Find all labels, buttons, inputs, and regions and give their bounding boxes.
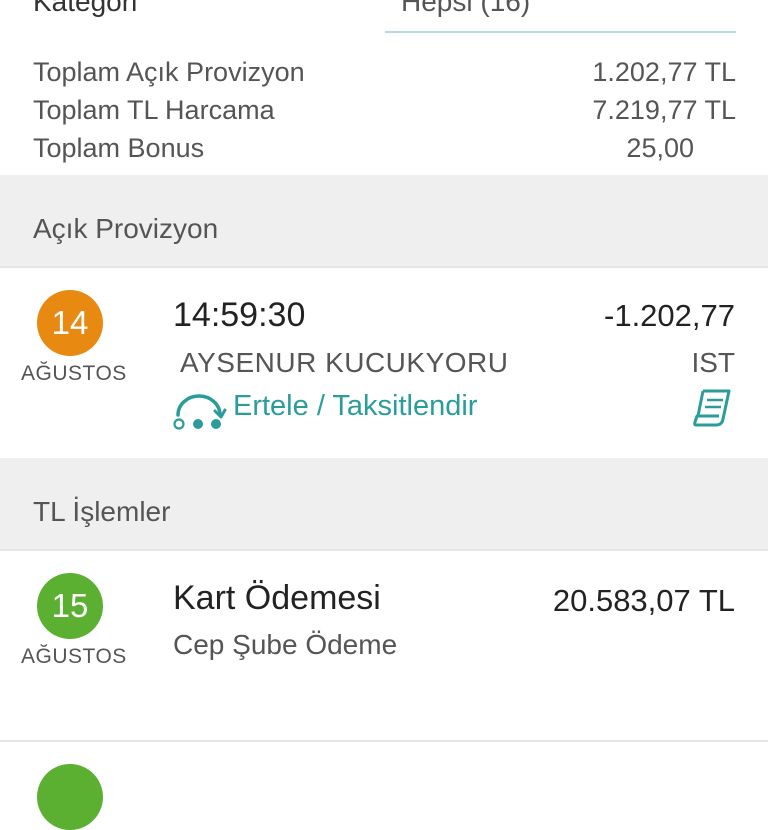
summary-label: Toplam Açık Provizyon xyxy=(33,57,305,87)
category-filter-row: Kategori Hepsi (16) xyxy=(0,0,768,33)
section-title: TL İşlemler xyxy=(33,496,171,527)
transaction-amount: 20.583,07 TL xyxy=(552,583,735,618)
category-label: Kategori xyxy=(33,0,138,17)
installment-icon xyxy=(173,394,227,430)
receipt-icon[interactable] xyxy=(691,388,735,428)
transaction-item[interactable]: 15 AĞUSTOS Kart Ödemesi 20.583,07 TL Cep… xyxy=(0,551,768,741)
category-select-value: Hepsi (16) xyxy=(401,0,531,17)
postpone-installment-label: Ertele / Taksitlendir xyxy=(233,390,478,422)
summary-row-bonus: Toplam Bonus 25,00 xyxy=(0,131,768,169)
section-header-tl-transactions: TL İşlemler xyxy=(0,458,768,550)
transaction-item[interactable] xyxy=(0,742,768,830)
provision-item[interactable]: 14 AĞUSTOS 14:59:30 -1.202,77 AYSENUR KU… xyxy=(0,268,768,458)
date-badge: 14 xyxy=(37,290,103,356)
date-month: AĞUSTOS xyxy=(21,362,127,385)
summary-row-open-provision: Toplam Açık Provizyon 1.202,77 TL xyxy=(0,55,768,93)
section-title: Açık Provizyon xyxy=(33,213,219,244)
date-badge: 15 xyxy=(37,573,103,639)
summary-value: 25,00 xyxy=(626,133,694,163)
transaction-subtitle: Cep Şube Ödeme xyxy=(173,629,398,660)
summary-label: Toplam TL Harcama xyxy=(33,95,275,125)
summary-label: Toplam Bonus xyxy=(33,133,205,163)
summary-row-tl-spending: Toplam TL Harcama 7.219,77 TL xyxy=(0,93,768,131)
summary-value: 7.219,77 TL xyxy=(592,95,736,125)
date-badge xyxy=(37,764,103,830)
transaction-time: 14:59:30 xyxy=(173,296,306,334)
summary-value: 1.202,77 TL xyxy=(592,57,736,87)
transaction-title: Kart Ödemesi xyxy=(173,579,381,617)
transaction-amount: -1.202,77 xyxy=(604,298,735,333)
postpone-installment-button[interactable]: Ertele / Taksitlendir xyxy=(171,388,531,432)
category-select[interactable]: Hepsi (16) xyxy=(385,0,736,33)
merchant-name: AYSENUR KUCUKYORU xyxy=(180,347,509,378)
transaction-city: IST xyxy=(691,347,735,378)
summary-panel: Toplam Açık Provizyon 1.202,77 TL Toplam… xyxy=(0,55,768,169)
section-header-open-provision: Açık Provizyon xyxy=(0,175,768,267)
date-month: AĞUSTOS xyxy=(21,645,127,668)
